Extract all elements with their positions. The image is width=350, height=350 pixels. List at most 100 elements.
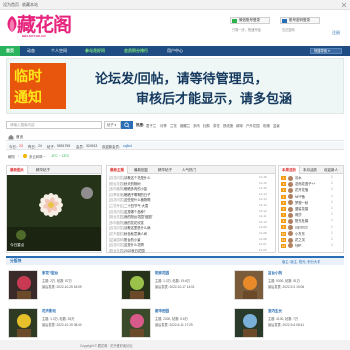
thread-title[interactable]: 阳台的小景: [124, 238, 140, 242]
bookmark-link[interactable]: 收藏本站: [22, 2, 38, 8]
avatar[interactable]: [288, 243, 293, 249]
hot-word[interactable]: 茶花: [213, 123, 220, 128]
avatar[interactable]: [288, 188, 293, 194]
forum-thumbnail[interactable]: [121, 270, 151, 300]
thread-title[interactable]: 秋色秋意满人间: [124, 232, 147, 236]
user-name[interactable]: 婆娑花猫: [295, 207, 308, 211]
tab-digest[interactable]: 精华帖子: [155, 166, 175, 174]
thread-row[interactable]: [月季玫瑰]晒晒子啊啊的日子 12-14: [109, 192, 273, 197]
forum-name[interactable]: 家花T型台: [42, 271, 58, 276]
close-icon[interactable]: [341, 2, 347, 8]
thread-title[interactable]: 这是什么花啊: [124, 243, 144, 247]
forum-thumbnail[interactable]: [121, 308, 151, 338]
user-name[interactable]: 念而花语子++: [295, 182, 315, 186]
thread-category[interactable]: [多肉植物]: [109, 187, 124, 191]
wechat-login-button[interactable]: 微信账号登录: [230, 17, 270, 24]
forum-name[interactable]: 花卉影坛: [42, 309, 56, 314]
active-user-row[interactable]: 3 花开花落 1: [281, 187, 333, 194]
thread-category[interactable]: [百花问答]: [109, 176, 124, 180]
thread-row[interactable]: [百花问答]这是哪个品种？ 12-12: [109, 209, 273, 214]
forum-card[interactable]: 都市田园 主题: 2300, 帖数: 5.6万 最后发表: 2022-6-11 17…: [119, 305, 229, 343]
thread-category[interactable]: [阳台花园]: [109, 249, 124, 253]
breadcrumb-home[interactable]: 首页: [16, 135, 23, 140]
tab-weekly-active[interactable]: 本周活跃: [279, 166, 300, 174]
user-name[interactable]: 花开花落: [295, 188, 308, 192]
thread-title[interactable]: 我的阳台花园"组图": [124, 215, 153, 219]
thread-row[interactable]: [盆景园林]阳台的小景 12-08: [109, 237, 273, 242]
nav-item-feed[interactable]: 动态: [22, 46, 40, 56]
active-user-row[interactable]: 4 NPP鱼 1: [281, 194, 333, 200]
logo-title[interactable]: 藏花阁: [17, 10, 72, 37]
hot-word[interactable]: 玫瑰: [263, 123, 270, 128]
tab-monthly-active[interactable]: 本月活跃: [300, 166, 320, 174]
forum-name[interactable]: 阳家花园: [155, 271, 169, 276]
avatar[interactable]: [288, 181, 293, 187]
hot-word[interactable]: 铁线莲: [223, 123, 233, 128]
avatar[interactable]: [288, 206, 293, 212]
stats-newest-member[interactable]: sq8x4: [123, 144, 132, 148]
hot-word[interactable]: 兰花: [170, 123, 177, 128]
avatar[interactable]: [288, 175, 293, 181]
featured-photo[interactable]: 今日重点: [7, 175, 101, 251]
thread-title[interactable]: 请教这里是什么病: [124, 226, 150, 230]
nav-item-ranking[interactable]: 会员积分排行: [116, 46, 156, 56]
user-name[interactable]: NPP鱼: [295, 195, 305, 199]
forum-thumbnail[interactable]: [234, 308, 264, 338]
thread-category[interactable]: [百花问答]: [109, 243, 124, 247]
active-user-row[interactable]: 7 莉莎 1: [281, 212, 333, 218]
thread-category[interactable]: [月季玫瑰]: [109, 193, 124, 197]
tab-latest-threads[interactable]: 最新主题: [107, 166, 128, 174]
thread-row[interactable]: [兰花专区]二十四节气·大雪 12-12: [109, 203, 273, 208]
hot-word[interactable]: 月季: [160, 123, 167, 128]
tab-latest-images[interactable]: 最新图片: [7, 166, 28, 174]
thread-row[interactable]: [多肉植物]我的花花欣赏 12-10: [109, 220, 273, 225]
hot-word[interactable]: 多肉: [193, 123, 200, 128]
user-name[interactable]: 花之灵: [295, 238, 305, 242]
forum-thumbnail[interactable]: [8, 308, 38, 338]
avatar[interactable]: [288, 224, 293, 230]
user-name[interactable]: sqh2022: [295, 225, 308, 229]
forum-thumbnail[interactable]: [8, 270, 38, 300]
hot-word[interactable]: 盆景: [273, 123, 280, 128]
tab-new-members[interactable]: 欢迎新人: [321, 166, 341, 174]
forum-card[interactable]: 盆台小院 主题: 9300, 帖数: 51万 最后发表: 2022-9-2 15:0…: [232, 267, 342, 305]
active-user-row[interactable]: 2 念而花语子++ 1: [281, 181, 333, 187]
hot-word[interactable]: 绣球: [236, 123, 243, 128]
active-user-row[interactable]: 11 花之灵 1: [281, 237, 333, 243]
register-link[interactable]: 注册: [332, 30, 340, 36]
set-home-link[interactable]: 设为首页: [3, 2, 19, 8]
thread-category[interactable]: [多肉植物]: [109, 221, 124, 225]
forum-name[interactable]: 盆台小院: [268, 271, 282, 276]
avatar[interactable]: [288, 200, 293, 206]
thread-title[interactable]: 这是哪个品种？: [124, 210, 147, 214]
thread-row[interactable]: [多肉植物]晒晒多肉的小苗 12-15: [109, 186, 273, 191]
thread-row[interactable]: [阳台花园]秋天的杨树 12-16: [109, 181, 273, 186]
forum-card[interactable]: 阳家花园 主题: 1.3万, 帖数: 19.6万 最后发表: 2022-10-17 …: [119, 267, 229, 305]
thread-title[interactable]: 二十四节气·大雪: [124, 204, 148, 208]
active-user-row[interactable]: 8 阳光杜娟 1: [281, 218, 333, 225]
account-login-button[interactable]: 账号密码登录: [280, 17, 320, 24]
thread-title[interactable]: 2022秋日花园: [124, 249, 145, 253]
search-type-select[interactable]: 帖子 ▾: [104, 121, 121, 129]
avatar[interactable]: [288, 219, 293, 225]
hot-word[interactable]: 君子兰: [146, 123, 156, 128]
avatar[interactable]: [288, 231, 293, 237]
nav-item-ask[interactable]: 参与花好问: [78, 46, 112, 56]
hot-word[interactable]: 户外花园: [246, 123, 260, 128]
tab-digest-posts[interactable]: 精华帖子: [33, 166, 53, 174]
search-button[interactable]: [121, 121, 133, 129]
active-user-row[interactable]: 5 梦想一秋 1: [281, 200, 333, 206]
forgot-password-link[interactable]: 忘记密码: [282, 27, 295, 32]
active-user-row[interactable]: 9 sqh2022 1: [281, 224, 333, 230]
active-user-row[interactable]: 10 小东东 1: [281, 231, 333, 237]
thread-category[interactable]: [百花问答]: [109, 198, 124, 202]
thread-title[interactable]: 我的花花欣赏: [124, 221, 144, 225]
nav-item-space[interactable]: 个人空间: [44, 46, 74, 56]
thread-title[interactable]: 晒晒子啊啊的日子: [124, 193, 150, 197]
tab-popular[interactable]: 人气热门: [179, 166, 199, 174]
quick-nav-select[interactable]: 快捷导航 ▾: [310, 48, 342, 54]
active-user-row[interactable]: 6 婆娑花猫 1: [281, 206, 333, 212]
hot-word[interactable]: 蝴蝶兰: [180, 123, 190, 128]
user-name[interactable]: 清水: [295, 176, 302, 180]
user-name[interactable]: 阳光杜娟: [295, 219, 308, 223]
